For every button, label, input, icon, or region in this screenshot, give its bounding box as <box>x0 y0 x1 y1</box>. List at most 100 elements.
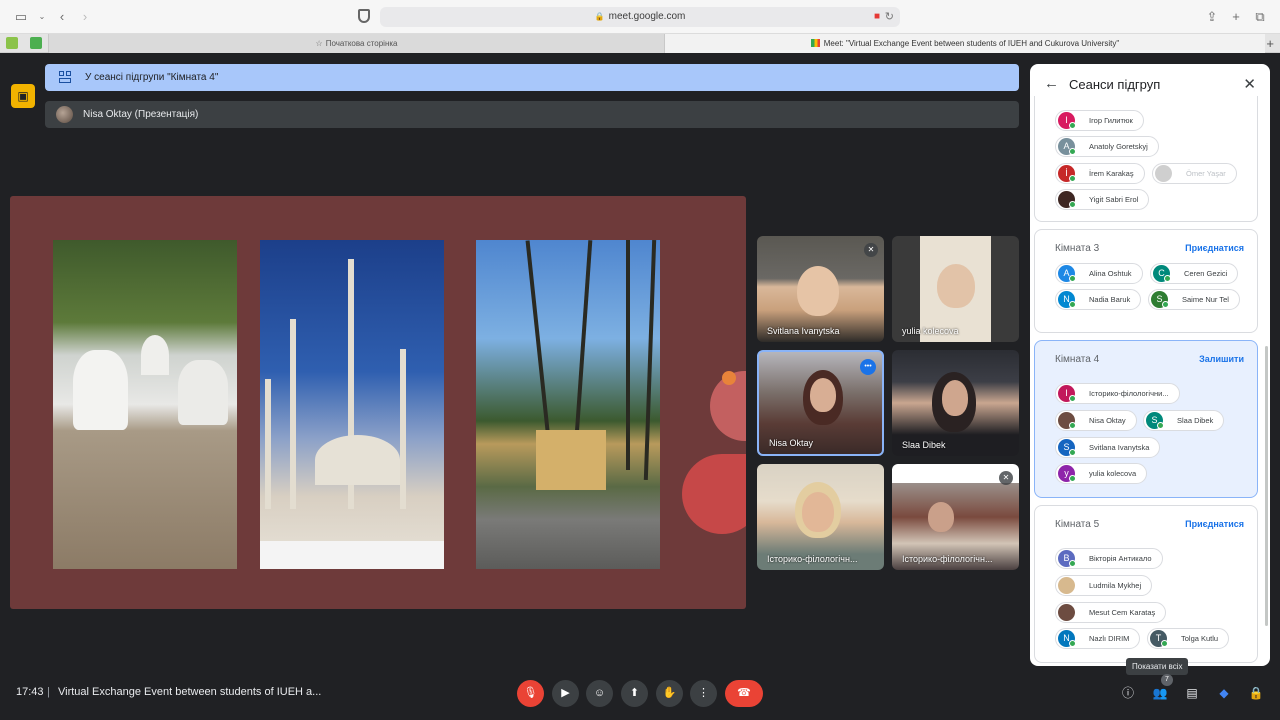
separator: | <box>47 686 50 698</box>
panel-title: Сеанси підгруп <box>1069 77 1161 92</box>
more-options-button[interactable]: ⋮ <box>690 680 717 707</box>
emoji-button[interactable]: ☺ <box>586 680 613 707</box>
room-card-5: Кімната 5 Приєднатися B Вікторія Антикало… <box>1034 505 1258 663</box>
avatar <box>1155 165 1172 182</box>
participant-chip: İ İrem Karakaş <box>1055 163 1145 184</box>
address-bar[interactable]: 🔒 meet.google.com ■ ↻ <box>380 7 900 27</box>
photo-wall-garden <box>53 240 237 569</box>
participant-chip: S Svitlana Ivanytska <box>1055 437 1161 458</box>
decor-shape <box>722 371 736 385</box>
mic-toggle-button[interactable]: 🎙 <box>517 680 544 707</box>
tab-meet[interactable]: Meet: "Virtual Exchange Event between st… <box>665 34 1265 53</box>
new-tab-icon[interactable]: + <box>1227 8 1245 26</box>
participant-tile[interactable]: Slaa Dibek <box>892 350 1019 456</box>
participant-chip: Mesut Cem Karataş <box>1055 602 1167 623</box>
participant-name: Історико-філологічн... <box>767 554 858 564</box>
participant-chip: Yigit Sabri Erol <box>1055 189 1150 210</box>
join-room-button[interactable]: Приєднатися <box>1185 519 1244 529</box>
photo-mosque <box>260 240 444 569</box>
participant-name: Nisa Oktay <box>769 438 814 448</box>
room-name: Кімната 5 <box>1055 519 1100 530</box>
participant-tile[interactable]: ✕ Svitlana Ivanytska <box>757 236 884 342</box>
presenter-label: Nisa Oktay (Презентація) <box>83 109 199 120</box>
decor-shape <box>682 454 746 534</box>
present-screen-button[interactable]: ⬆ <box>621 680 648 707</box>
room-card: I Ігор Гилитюк A Anatoly Goretskyj İ İrem K… <box>1034 96 1258 222</box>
share-icon[interactable]: ⇪ <box>1203 8 1221 26</box>
shield-icon[interactable] <box>358 9 370 23</box>
tab-label: Початкова сторінка <box>325 39 398 48</box>
present-icon[interactable]: ▣ <box>11 84 35 108</box>
room-card-4: Кімната 4 Залишити I Історико-філологічни… <box>1034 340 1258 498</box>
bookmark-icon[interactable] <box>6 37 18 49</box>
room-card-3: Кімната 3 Приєднатися A Alina Oshtuk C Cer… <box>1034 229 1258 333</box>
back-arrow-icon[interactable]: ← <box>1044 75 1059 92</box>
back-icon[interactable]: ‹ <box>53 8 71 26</box>
participant-tile[interactable]: ✕ Історико-філологічн... <box>892 464 1019 570</box>
info-icon[interactable]: ⓘ <box>1119 684 1137 702</box>
raise-hand-button[interactable]: ✋ <box>656 680 683 707</box>
tab-label: Meet: "Virtual Exchange Event between st… <box>823 39 1120 48</box>
people-count-badge: 7 <box>1161 674 1173 686</box>
address-text: meet.google.com <box>608 11 686 22</box>
grid-icon <box>59 71 72 84</box>
participant-chip: I Історико-філологічни... <box>1055 383 1180 404</box>
leave-room-button[interactable]: Залишити <box>1199 354 1244 364</box>
close-icon[interactable]: ✕ <box>1243 75 1256 93</box>
rooms-list[interactable]: I Ігор Гилитюк A Anatoly Goretskyj İ İrem K… <box>1030 96 1270 666</box>
tab-overview-icon[interactable]: ⧉ <box>1251 8 1269 26</box>
avatar <box>56 106 73 123</box>
participant-tile[interactable]: Історико-філологічн... <box>757 464 884 570</box>
photo-palms <box>476 240 660 569</box>
sidebar-icon[interactable]: ▭ <box>12 8 30 26</box>
breakout-panel: ← Сеанси підгруп ✕ I Ігор Гилитюк A Anatol… <box>1030 64 1270 666</box>
forward-icon[interactable]: › <box>76 8 94 26</box>
participant-chip: N Nazlı DIRIM <box>1055 628 1141 649</box>
participant-chip: I Ігор Гилитюк <box>1055 110 1144 131</box>
mic-off-icon: ✕ <box>864 243 878 257</box>
participant-chip: N Nadia Baruk <box>1055 289 1142 310</box>
participant-chip: S Slaa Dibek <box>1143 410 1225 431</box>
avatar <box>1058 604 1075 621</box>
presenter-bar[interactable]: Nisa Oktay (Презентація) <box>45 101 1019 128</box>
participant-chip: Ludmila Mykhej <box>1055 575 1153 596</box>
activities-icon[interactable]: ◆ <box>1215 684 1233 702</box>
reload-icon[interactable]: ↻ <box>885 7 894 27</box>
show-all-tooltip: Показати всіх <box>1126 658 1189 675</box>
participant-name: Svitlana Ivanytska <box>767 326 840 336</box>
meeting-clock: 17:43 <box>16 686 44 698</box>
breakout-banner: У сеансі підгрупи "Кімната 4" <box>45 64 1019 91</box>
participant-chip: Nisa Oktay <box>1055 410 1137 431</box>
mic-off-icon: ✕ <box>999 471 1013 485</box>
room-name: Кімната 3 <box>1055 243 1100 254</box>
speaking-icon: ••• <box>860 359 876 375</box>
camera-active-icon[interactable]: ■ <box>874 7 880 27</box>
join-room-button[interactable]: Приєднатися <box>1185 243 1244 253</box>
star-icon: ☆ <box>315 39 323 48</box>
bookmark-icon[interactable] <box>30 37 42 49</box>
participant-tile[interactable]: ••• Nisa Oktay <box>757 350 884 456</box>
host-controls-icon[interactable]: 🔒 <box>1247 684 1265 702</box>
chevron-down-icon[interactable]: ⌄ <box>33 8 51 26</box>
tab-bar: ☆ Початкова сторінка Meet: "Virtual Excha… <box>0 34 1280 53</box>
participant-name: Історико-філологічн... <box>902 554 993 564</box>
meeting-title: Virtual Exchange Event between students … <box>58 686 322 698</box>
presentation-slide <box>10 196 746 609</box>
scrollbar[interactable] <box>1265 346 1268 626</box>
participant-chip: B Вікторія Антикало <box>1055 548 1163 569</box>
participant-tile[interactable]: yulia kolecova <box>892 236 1019 342</box>
chat-icon[interactable]: ▤ <box>1183 684 1201 702</box>
participant-chip: T Tolga Kutlu <box>1147 628 1230 649</box>
participant-chip: A Alina Oshtuk <box>1055 263 1143 284</box>
tab-home[interactable]: ☆ Початкова сторінка <box>48 34 665 53</box>
leave-call-button[interactable]: ☎ <box>725 680 763 707</box>
participant-chip: y yulia kolecova <box>1055 463 1148 484</box>
room-name: Кімната 4 <box>1055 354 1100 365</box>
banner-text: У сеансі підгрупи "Кімната 4" <box>85 72 219 83</box>
people-icon[interactable]: 👥 <box>1151 684 1169 702</box>
participant-name: Slaa Dibek <box>902 440 946 450</box>
camera-toggle-button[interactable]: ▶ <box>552 680 579 707</box>
add-tab-icon[interactable]: + <box>1266 34 1274 53</box>
meet-stage: ▣ У сеансі підгрупи "Кімната 4" Nisa Okt… <box>0 54 1280 720</box>
participant-chip: Ömer Yaşar <box>1152 163 1237 184</box>
